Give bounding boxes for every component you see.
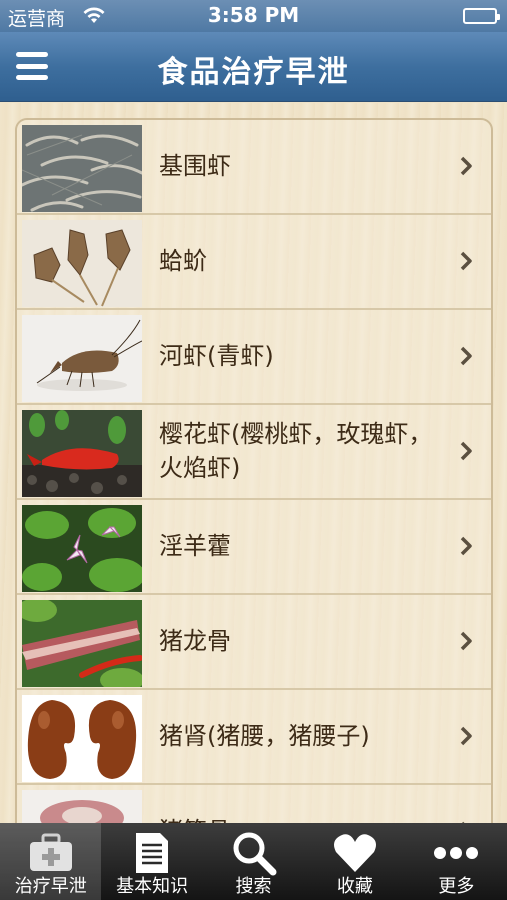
chevron-right-icon — [460, 156, 472, 176]
list-item-label: 淫羊藿 — [159, 531, 231, 560]
chevron-right-icon — [460, 726, 472, 746]
list-item-label: 猪筒骨 — [159, 785, 443, 823]
list-item-label: 蛤蚧 — [159, 246, 207, 275]
pork-bone-image — [22, 790, 142, 823]
search-icon — [228, 829, 280, 877]
heart-icon — [329, 829, 381, 877]
tab-label: 收藏 — [336, 876, 373, 897]
more-icon — [430, 829, 482, 877]
cherry-shrimp-image — [22, 410, 142, 497]
list-item[interactable]: 淫羊藿 — [17, 500, 491, 595]
dried-gecko-image — [22, 220, 142, 307]
list-item-label: 猪龙骨 — [159, 626, 231, 655]
list-item-label: 河虾(青虾) — [159, 341, 274, 370]
list-item[interactable]: 猪龙骨 — [17, 595, 491, 690]
pork-spine-image — [22, 600, 142, 687]
list-item[interactable]: 基围虾 — [17, 120, 491, 215]
tab-favorites[interactable]: 收藏 — [304, 823, 405, 900]
tab-basic-knowledge[interactable]: 基本知识 — [101, 823, 202, 900]
chevron-right-icon — [460, 536, 472, 556]
list-item-label: 基围虾 — [159, 151, 231, 180]
list-item[interactable]: 猪筒骨 — [17, 785, 491, 823]
medical-kit-icon — [25, 829, 77, 877]
page-title: 食品治疗早泄 — [157, 55, 350, 90]
navigation-bar: 食品治疗早泄 — [0, 32, 507, 102]
chevron-right-icon — [460, 251, 472, 271]
document-icon — [126, 829, 178, 877]
pig-kidney-image — [22, 695, 142, 782]
list-item[interactable]: 河虾(青虾) — [17, 310, 491, 405]
list-item-label: 猪肾(猪腰，猪腰子) — [159, 721, 370, 750]
list-item-label: 樱花虾(樱桃虾，玫瑰虾，火焰虾) — [159, 419, 433, 482]
clock: 3:58 PM — [207, 3, 300, 27]
tab-label: 更多 — [438, 876, 475, 897]
battery-icon — [463, 8, 500, 24]
tab-label: 基本知识 — [116, 876, 189, 897]
content-area[interactable]: 基围虾 蛤蚧 河虾(青虾) 樱花虾(樱桃虾，玫瑰虾，火焰虾) 淫羊藿 猪龙骨 猪… — [0, 103, 507, 823]
tab-search[interactable]: 搜索 — [203, 823, 304, 900]
list-item[interactable]: 猪肾(猪腰，猪腰子) — [17, 690, 491, 785]
tab-treatment[interactable]: 治疗早泄 — [0, 823, 102, 900]
list-item[interactable]: 樱花虾(樱桃虾，玫瑰虾，火焰虾) — [17, 405, 491, 500]
tab-bar: 治疗早泄 基本知识 搜索 收藏 更多 — [0, 823, 507, 900]
chevron-right-icon — [460, 346, 472, 366]
tab-label: 搜索 — [235, 876, 272, 897]
chevron-right-icon — [460, 441, 472, 461]
status-bar: 运营商 3:58 PM — [0, 0, 507, 32]
list-item[interactable]: 蛤蚧 — [17, 215, 491, 310]
tab-more[interactable]: 更多 — [406, 823, 507, 900]
chevron-right-icon — [460, 631, 472, 651]
river-shrimp-image — [22, 315, 142, 402]
food-list: 基围虾 蛤蚧 河虾(青虾) 樱花虾(樱桃虾，玫瑰虾，火焰虾) 淫羊藿 猪龙骨 猪… — [15, 118, 493, 823]
tab-label: 治疗早泄 — [14, 876, 87, 897]
epimedium-flower-image — [22, 505, 142, 592]
shrimp-pile-image — [22, 125, 142, 212]
